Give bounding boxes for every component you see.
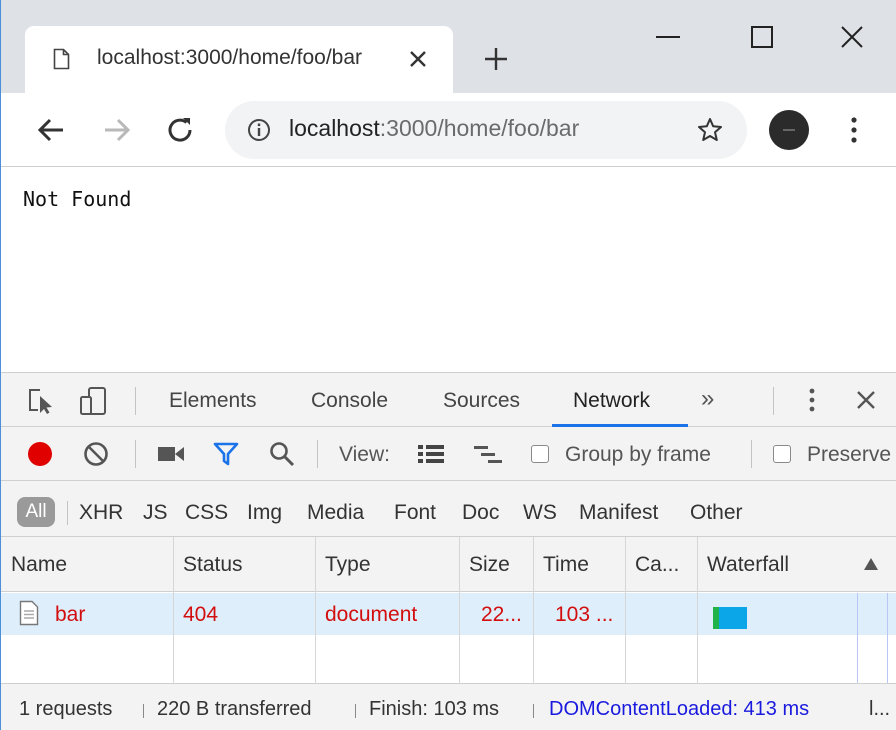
- filter-img[interactable]: Img: [247, 501, 282, 525]
- device-toolbar-icon[interactable]: [79, 386, 109, 416]
- forward-arrow-icon[interactable]: [101, 114, 133, 146]
- separator: [135, 440, 136, 468]
- filter-all[interactable]: All: [17, 497, 55, 527]
- separator: [317, 440, 318, 468]
- network-request-table: Name Status Type Size Time Ca... Waterfa…: [1, 537, 896, 683]
- filter-doc[interactable]: Doc: [462, 501, 499, 525]
- waterfall-load-line: [887, 593, 888, 683]
- column-header-size[interactable]: Size: [459, 537, 533, 592]
- filter-ws[interactable]: WS: [523, 501, 557, 525]
- separator: [355, 704, 356, 718]
- tab-console[interactable]: Console: [311, 389, 388, 413]
- filter-css[interactable]: CSS: [185, 501, 228, 525]
- separator: [135, 387, 136, 415]
- summary-transferred: 220 B transferred: [157, 698, 312, 720]
- request-name[interactable]: bar: [55, 603, 85, 627]
- column-divider: [697, 537, 698, 683]
- column-divider: [625, 537, 626, 683]
- request-type: document: [325, 603, 418, 626]
- browser-window: localhost:3000/home/foo/bar localhost:30…: [0, 0, 896, 730]
- inspect-element-icon[interactable]: [27, 387, 55, 415]
- record-icon[interactable]: [27, 441, 53, 467]
- browser-tab[interactable]: localhost:3000/home/foo/bar: [25, 26, 453, 93]
- table-row[interactable]: [1, 593, 896, 635]
- view-label: View:: [339, 443, 390, 466]
- maximize-icon[interactable]: [747, 22, 777, 52]
- filter-font[interactable]: Font: [394, 501, 436, 525]
- tab-elements[interactable]: Elements: [169, 389, 257, 413]
- tab-network[interactable]: Network: [573, 389, 650, 413]
- devtools-tab-bar: Elements Console Sources Network »: [1, 373, 896, 427]
- column-header-status[interactable]: Status: [173, 537, 315, 592]
- info-icon[interactable]: [247, 118, 271, 142]
- tab-title: localhost:3000/home/foo/bar: [97, 46, 363, 69]
- separator: [751, 440, 752, 468]
- column-header-time[interactable]: Time: [533, 537, 625, 592]
- close-tab-icon[interactable]: [407, 48, 429, 70]
- separator: [67, 501, 68, 525]
- separator: [143, 704, 144, 718]
- request-time: 103 ...: [555, 603, 614, 626]
- clear-icon[interactable]: [83, 441, 109, 467]
- column-divider: [533, 537, 534, 683]
- tab-sources[interactable]: Sources: [443, 389, 520, 413]
- column-header-name[interactable]: Name: [1, 537, 173, 592]
- preserve-log-label: Preserve: [807, 443, 892, 466]
- filter-js[interactable]: JS: [143, 501, 168, 525]
- waterfall-dom-line: [857, 593, 858, 683]
- document-icon: [53, 48, 70, 70]
- separator: [773, 387, 774, 415]
- search-icon[interactable]: [269, 441, 295, 467]
- screenshot-camera-icon[interactable]: [157, 444, 185, 464]
- devtools-panel: Elements Console Sources Network » View:…: [1, 372, 896, 730]
- waterfall-bar-download: [719, 607, 747, 629]
- network-summary-bar: 1 requests 220 B transferred Finish: 103…: [1, 683, 896, 730]
- summary-finish: Finish: 103 ms: [369, 698, 500, 720]
- new-tab-icon[interactable]: [483, 46, 509, 72]
- sort-ascending-icon[interactable]: [863, 557, 879, 571]
- url-text: localhost:3000/home/foo/bar: [289, 115, 580, 141]
- tab-strip: localhost:3000/home/foo/bar: [1, 0, 896, 93]
- column-header-cache[interactable]: Ca...: [625, 537, 697, 592]
- filter-media[interactable]: Media: [307, 501, 364, 525]
- kebab-menu-icon[interactable]: [847, 115, 861, 145]
- address-bar[interactable]: localhost:3000/home/foo/bar: [225, 101, 747, 159]
- filter-other[interactable]: Other: [690, 501, 743, 525]
- summary-more: l...: [869, 698, 891, 720]
- filter-icon[interactable]: [213, 441, 239, 467]
- close-window-icon[interactable]: [837, 22, 867, 52]
- filter-manifest[interactable]: Manifest: [579, 501, 658, 525]
- column-divider: [315, 537, 316, 683]
- filter-xhr[interactable]: XHR: [79, 501, 123, 525]
- overview-icon[interactable]: [473, 443, 503, 465]
- reload-icon[interactable]: [164, 114, 196, 146]
- request-status: 404: [183, 603, 219, 626]
- bookmark-star-icon[interactable]: [697, 117, 723, 143]
- request-size: 22...: [481, 603, 522, 626]
- group-by-frame-label: Group by frame: [565, 443, 711, 466]
- summary-requests: 1 requests: [19, 698, 113, 720]
- column-divider: [173, 537, 174, 683]
- group-by-frame-checkbox[interactable]: [531, 445, 549, 463]
- large-rows-icon[interactable]: [417, 443, 445, 465]
- profile-avatar[interactable]: [769, 110, 809, 150]
- back-arrow-icon[interactable]: [35, 114, 67, 146]
- network-toolbar: View: Group by frame Preserve: [1, 427, 896, 481]
- separator: [533, 704, 534, 718]
- close-devtools-icon[interactable]: [855, 389, 877, 411]
- preserve-log-checkbox[interactable]: [773, 445, 791, 463]
- document-file-icon: [19, 600, 39, 626]
- browser-toolbar: localhost:3000/home/foo/bar: [1, 93, 896, 167]
- page-viewport: Not Found: [1, 168, 896, 372]
- page-body-text: Not Found: [23, 187, 132, 211]
- resource-type-filter-bar: All XHR JS CSS Img Media Font Doc WS Man…: [1, 481, 896, 537]
- devtools-menu-icon[interactable]: [805, 385, 819, 415]
- column-header-type[interactable]: Type: [315, 537, 459, 592]
- more-tabs-chevron[interactable]: »: [701, 385, 714, 413]
- column-divider: [459, 537, 460, 683]
- minimize-icon[interactable]: [653, 22, 683, 52]
- summary-domcontentloaded: DOMContentLoaded: 413 ms: [549, 698, 810, 720]
